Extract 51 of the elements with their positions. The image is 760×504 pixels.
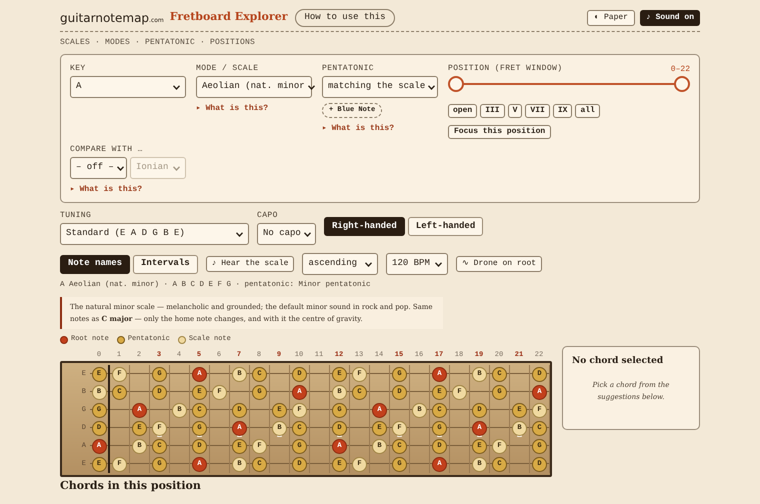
- mode-select[interactable]: Aeolian (nat. minor: [196, 76, 312, 98]
- position-button[interactable]: III: [480, 104, 505, 118]
- compare-select[interactable]: – off –: [70, 157, 127, 179]
- pentatonic-select[interactable]: matching the scale: [322, 76, 438, 98]
- toggle-button[interactable]: Intervals: [133, 254, 198, 274]
- chevron-down-icon: [236, 232, 243, 236]
- range-reading: 0–22: [670, 64, 690, 76]
- page-title: Fretboard Explorer: [170, 9, 288, 26]
- tuning-select[interactable]: Standard (E A D G B E): [60, 223, 249, 245]
- key-select[interactable]: A: [70, 76, 186, 98]
- drone-button[interactable]: ∿ Drone on root: [456, 256, 542, 272]
- range-slider[interactable]: [448, 76, 690, 92]
- toggle-button[interactable]: Right-handed: [324, 217, 405, 236]
- field-label: COMPARE WITH …: [70, 145, 143, 155]
- position-button[interactable]: VII: [525, 104, 550, 118]
- chevron-down-icon: [428, 84, 436, 90]
- direction-select[interactable]: ascending: [302, 253, 378, 275]
- position-button[interactable]: IX: [552, 104, 572, 118]
- field-label: POSITION (FRET WINDOW): [448, 64, 562, 74]
- help-link[interactable]: ▸ What is this?: [322, 123, 394, 135]
- toggle-button[interactable]: Note names: [60, 254, 130, 274]
- chevron-down-icon: [434, 262, 442, 266]
- sound-button[interactable]: ♪ Sound on: [640, 10, 700, 26]
- chevron-down-icon: [116, 166, 124, 170]
- chevron-down-icon: [304, 232, 311, 236]
- chevron-down-icon: [173, 166, 180, 170]
- position-button[interactable]: open: [448, 104, 478, 118]
- field-label: PENTATONIC: [322, 64, 374, 74]
- toggle-button[interactable]: Left-handed: [408, 217, 484, 236]
- field-label: TUNING: [60, 211, 92, 221]
- theme-button[interactable]: ◐ Paper: [587, 10, 635, 26]
- section-heading: Chords in this position: [60, 479, 201, 492]
- chord-card-title: No chord selected: [572, 355, 664, 368]
- chevron-down-icon: [173, 84, 180, 90]
- focus-button[interactable]: Focus this position: [448, 125, 552, 139]
- field-label: MODE / SCALE: [196, 64, 258, 74]
- help-button[interactable]: How to use this: [295, 8, 394, 26]
- field-label: KEY: [70, 64, 87, 74]
- chevron-down-icon: [365, 262, 372, 266]
- help-link[interactable]: ▸ What is this?: [196, 103, 268, 115]
- position-button[interactable]: all: [575, 104, 600, 118]
- tempo-select[interactable]: 120 BPM: [386, 253, 448, 275]
- help-link[interactable]: ▸ What is this?: [70, 184, 142, 196]
- slider-thumb[interactable]: [674, 76, 690, 92]
- chevron-down-icon: [308, 84, 315, 90]
- position-button[interactable]: V: [508, 104, 522, 118]
- slider-thumb[interactable]: [448, 76, 464, 92]
- field-label: CAPO: [257, 211, 279, 221]
- capo-select[interactable]: No capo: [257, 223, 316, 245]
- hear-scale-button[interactable]: ♪ Hear the scale: [206, 256, 294, 272]
- breadcrumbs: SCALES · MODES · PENTATONIC · POSITIONS: [60, 37, 256, 49]
